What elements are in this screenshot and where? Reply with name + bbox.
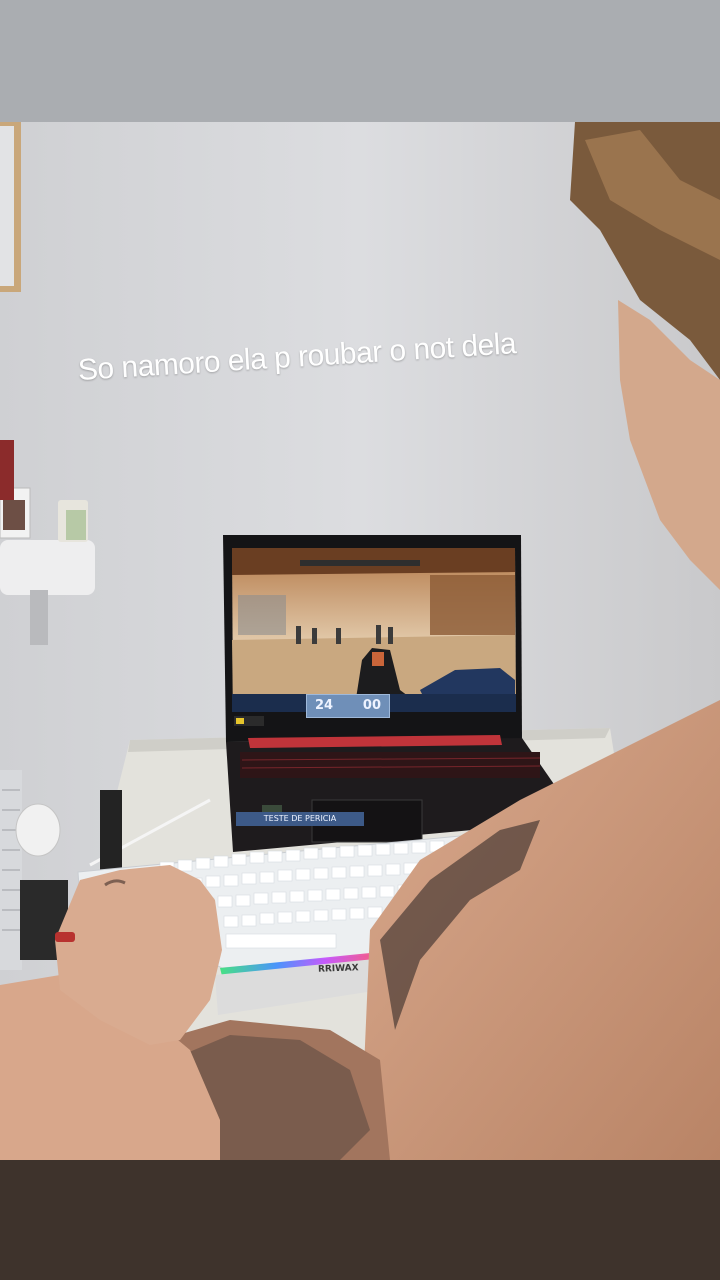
score-right: 00 (362, 698, 381, 713)
story-photo[interactable]: 24 00 TESTE DE PERICIA RRIWAX (0, 122, 720, 1160)
score-left: 24 (315, 698, 334, 713)
game-score-panel: 24 00 (306, 694, 390, 718)
story-top-band (0, 0, 720, 122)
scene-illustration (0, 122, 720, 1160)
game-banner: TESTE DE PERICIA (236, 812, 364, 826)
story-bottom-band (0, 1160, 720, 1280)
keyboard-brand: RRIWAX (317, 963, 359, 975)
story-viewer: 24 00 TESTE DE PERICIA RRIWAX So namoro … (0, 0, 720, 1280)
